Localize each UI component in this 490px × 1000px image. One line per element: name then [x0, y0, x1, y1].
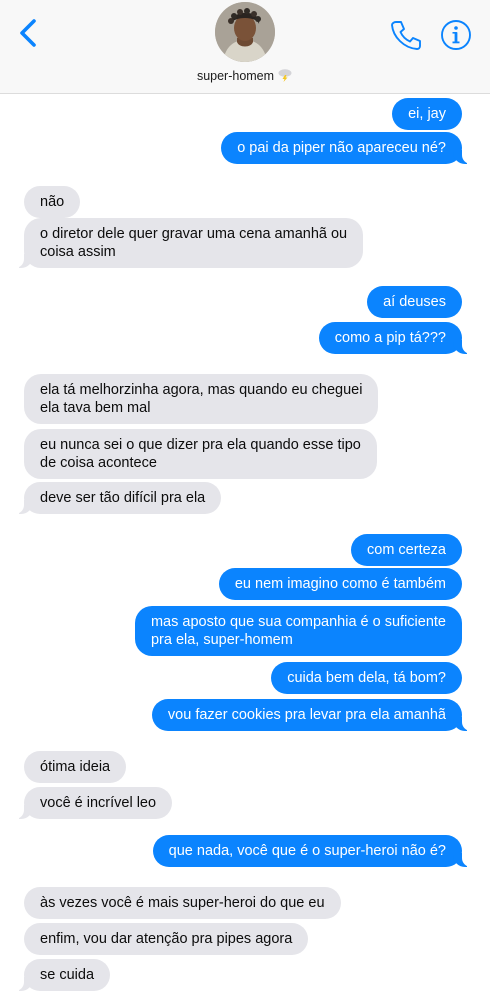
message-text: o pai da piper não apareceu né?: [237, 140, 446, 156]
message-text: enfim, vou dar atenção pra pipes agora: [40, 931, 293, 947]
sent-message[interactable]: cuida bem dela, tá bom?: [271, 662, 462, 694]
info-icon[interactable]: [440, 19, 472, 51]
received-message[interactable]: ela tá melhorzinha agora, mas quando eu …: [24, 374, 379, 424]
phone-icon[interactable]: [389, 18, 423, 52]
sent-message[interactable]: como a pip tá???: [318, 322, 475, 354]
message-text: às vezes você é mais super-heroi do que …: [40, 895, 325, 911]
received-message[interactable]: enfim, vou dar atenção pra pipes agora: [24, 923, 309, 955]
message-text: como a pip tá???: [334, 330, 446, 346]
sent-message[interactable]: com certeza: [351, 534, 462, 566]
cloud-lightning-icon: [278, 69, 292, 82]
message-text: aí deuses: [383, 294, 446, 310]
sent-message[interactable]: eu nem imagino como é também: [218, 568, 462, 600]
received-message[interactable]: se cuida: [11, 959, 111, 991]
conversation-header: super-homem: [0, 0, 490, 94]
sent-message[interactable]: que nada, você que é o super-heroi não é…: [152, 835, 475, 867]
message-text: eu nunca sei o que dizer pra ela quando …: [40, 437, 361, 471]
avatar[interactable]: [215, 2, 275, 62]
message-text: vou fazer cookies pra levar pra ela aman…: [167, 707, 446, 723]
sent-message[interactable]: mas aposto que sua companhia é o suficie…: [134, 606, 462, 656]
received-message[interactable]: não: [24, 186, 81, 218]
message-text: deve ser tão difícil pra ela: [40, 490, 206, 506]
message-text: se cuida: [40, 967, 95, 983]
received-message[interactable]: você é incrível leo: [11, 787, 173, 819]
received-message[interactable]: o diretor dele quer gravar uma cena aman…: [11, 218, 364, 268]
contact-name[interactable]: super-homem: [0, 68, 490, 83]
message-text: com certeza: [367, 542, 446, 558]
message-text: você é incrível leo: [40, 795, 157, 811]
message-text: o diretor dele quer gravar uma cena aman…: [40, 226, 348, 260]
message-text: não: [40, 194, 65, 210]
message-text: eu nem imagino como é também: [234, 576, 446, 592]
sent-message[interactable]: aí deuses: [367, 286, 462, 318]
received-message[interactable]: às vezes você é mais super-heroi do que …: [24, 887, 341, 919]
message-text: cuida bem dela, tá bom?: [287, 670, 446, 686]
sent-message[interactable]: vou fazer cookies pra levar pra ela aman…: [151, 699, 475, 731]
sent-message[interactable]: ei, jay: [392, 98, 462, 130]
message-text: mas aposto que sua companhia é o suficie…: [150, 614, 446, 648]
chevron-left-icon[interactable]: [14, 16, 44, 50]
message-thread[interactable]: ei, jay o pai da piper não apareceu né? nã…: [0, 94, 490, 1000]
received-message[interactable]: eu nunca sei o que dizer pra ela quando …: [24, 429, 377, 479]
message-text: que nada, você que é o super-heroi não é…: [168, 843, 446, 859]
message-text: ei, jay: [408, 106, 446, 122]
received-message[interactable]: ótima ideia: [24, 751, 127, 783]
message-text: ela tá melhorzinha agora, mas quando eu …: [40, 382, 363, 416]
sent-message[interactable]: o pai da piper não apareceu né?: [221, 132, 474, 164]
received-message[interactable]: deve ser tão difícil pra ela: [11, 482, 222, 514]
message-text: ótima ideia: [40, 759, 111, 775]
